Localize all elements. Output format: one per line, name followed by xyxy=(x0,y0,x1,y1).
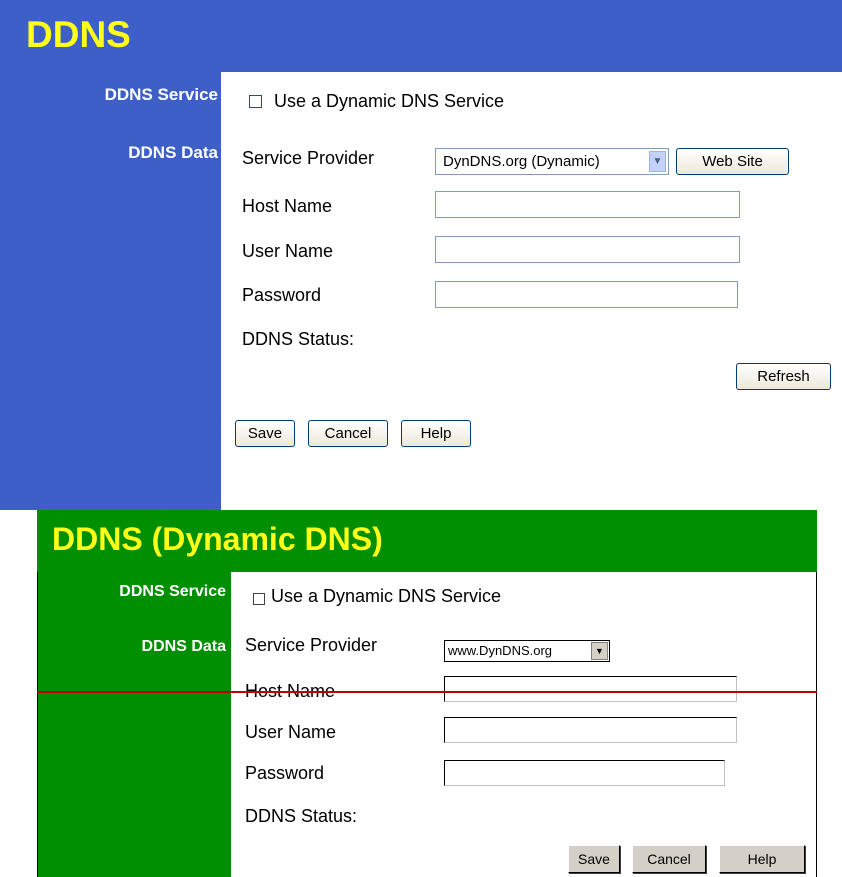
use-ddns-checkbox[interactable] xyxy=(253,593,265,605)
ddns-status-label: DDNS Status: xyxy=(242,329,355,349)
refresh-button[interactable]: Refresh xyxy=(736,363,831,390)
host-name-label: Host Name xyxy=(242,196,333,216)
service-provider-label: Service Provider xyxy=(245,635,378,655)
page-title: DDNS xyxy=(26,14,131,55)
chevron-down-icon[interactable]: ▼ xyxy=(591,642,608,660)
service-provider-label: Service Provider xyxy=(242,148,375,168)
page-title: DDNS (Dynamic DNS) xyxy=(52,521,383,557)
password-label: Password xyxy=(242,285,322,305)
service-provider-value: www.DynDNS.org xyxy=(448,643,553,658)
ddns-status-label: DDNS Status: xyxy=(245,806,358,826)
use-ddns-label: Use a Dynamic DNS Service xyxy=(271,586,502,606)
form-content: Use a Dynamic DNS Service Service Provid… xyxy=(231,572,817,877)
form-content: Use a Dynamic DNS Service Service Provid… xyxy=(221,72,842,510)
save-button[interactable]: Save xyxy=(568,845,620,873)
panel-header: DDNS (Dynamic DNS) xyxy=(37,510,817,572)
password-label: Password xyxy=(245,763,325,783)
web-site-button[interactable]: Web Site xyxy=(676,148,789,175)
user-name-label: User Name xyxy=(242,241,334,261)
host-name-input[interactable] xyxy=(444,676,737,702)
sidebar: DDNS Service DDNS Data xyxy=(0,72,221,510)
chevron-down-icon[interactable]: ▼ xyxy=(649,151,666,172)
left-border xyxy=(37,572,38,877)
use-ddns-label: Use a Dynamic DNS Service xyxy=(274,91,505,111)
sidebar-label-ddns-service: DDNS Service xyxy=(119,583,226,600)
ddns-panel-blue: DDNS DDNS Service DDNS Data Use a Dynami… xyxy=(0,0,842,510)
sidebar-label-ddns-data: DDNS Data xyxy=(128,143,218,162)
save-button[interactable]: Save xyxy=(235,420,295,447)
help-button[interactable]: Help xyxy=(401,420,471,447)
service-provider-value: DynDNS.org (Dynamic) xyxy=(443,153,600,170)
user-name-input[interactable] xyxy=(444,717,737,743)
right-border xyxy=(816,572,817,877)
user-name-input[interactable] xyxy=(435,236,740,263)
red-guide-line xyxy=(37,691,817,693)
help-button[interactable]: Help xyxy=(719,845,805,873)
ddns-panel-green: DDNS (Dynamic DNS) DDNS Service DDNS Dat… xyxy=(37,510,817,877)
panel-header: DDNS xyxy=(0,0,842,72)
host-name-input[interactable] xyxy=(435,191,740,218)
cancel-button[interactable]: Cancel xyxy=(632,845,706,873)
service-provider-select[interactable]: DynDNS.org (Dynamic) ▼ xyxy=(435,148,669,175)
cancel-button[interactable]: Cancel xyxy=(308,420,388,447)
sidebar: DDNS Service DDNS Data xyxy=(37,572,231,877)
sidebar-label-ddns-data: DDNS Data xyxy=(141,638,226,655)
service-provider-select[interactable]: www.DynDNS.org ▼ xyxy=(444,640,610,662)
user-name-label: User Name xyxy=(245,722,337,742)
password-input[interactable] xyxy=(435,281,738,308)
sidebar-label-ddns-service: DDNS Service xyxy=(104,85,218,104)
use-ddns-checkbox[interactable] xyxy=(249,95,262,108)
password-input[interactable] xyxy=(444,760,725,786)
